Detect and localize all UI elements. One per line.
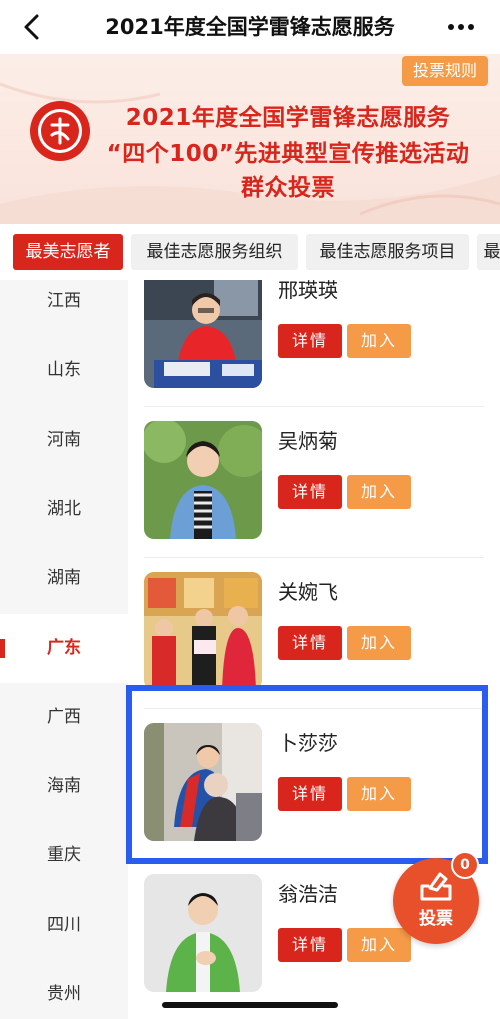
tab-best-volunteer[interactable]: 最美志愿者 (13, 234, 123, 270)
sidebar-item-chongqing[interactable]: 重庆 (0, 821, 128, 890)
volunteer-name: 邢瑛瑛 (278, 280, 338, 302)
detail-button[interactable]: 详情 (278, 626, 342, 660)
top-navbar: 2021年度全国学雷锋志愿服务 (0, 0, 500, 54)
sidebar-item-hunan[interactable]: 湖南 (0, 544, 128, 613)
vote-count-badge: 0 (451, 851, 479, 879)
volunteer-name: 翁浩洁 (278, 882, 338, 906)
sidebar-item-jiangxi[interactable]: 江西 (0, 267, 128, 336)
join-button[interactable]: 加入 (347, 626, 411, 660)
volunteer-photo[interactable] (144, 280, 262, 388)
vote-rules-button[interactable]: 投票规则 (402, 56, 488, 86)
volunteer-logo (30, 101, 90, 161)
banner-title-line3: 群众投票 (241, 175, 335, 201)
sidebar-item-hubei[interactable]: 湖北 (0, 475, 128, 544)
back-arrow-icon[interactable] (18, 12, 48, 42)
province-sidebar: 江西 山东 河南 湖北 湖南 广东 广西 海南 重庆 四川 贵州 (0, 280, 128, 1019)
detail-button[interactable]: 详情 (278, 324, 342, 358)
sidebar-item-henan[interactable]: 河南 (0, 406, 128, 475)
join-button[interactable]: 加入 (347, 475, 411, 509)
more-dots-icon[interactable] (446, 12, 476, 42)
detail-button[interactable]: 详情 (278, 928, 342, 962)
tab-more[interactable]: 最 (477, 234, 500, 270)
volunteer-photo[interactable] (144, 572, 262, 690)
volunteer-name: 吴炳菊 (278, 429, 338, 453)
volunteer-photo[interactable] (144, 874, 262, 992)
join-button[interactable]: 加入 (347, 928, 411, 962)
sidebar-item-guangxi[interactable]: 广西 (0, 683, 128, 752)
banner-title-line1: 2021年度全国学雷锋志愿服务 (125, 105, 451, 131)
sidebar-item-label: 广东 (47, 638, 81, 658)
event-banner: 投票规则 2021年度全国学雷锋志愿服务 “四个100”先进典型宣传推选活动 群… (0, 54, 500, 224)
vote-ballot-icon (420, 872, 452, 901)
list-item: 吴炳菊 详情 加入 (128, 407, 500, 558)
selection-highlight (126, 685, 488, 864)
sidebar-item-sichuan[interactable]: 四川 (0, 891, 128, 960)
join-button[interactable]: 加入 (347, 324, 411, 358)
sidebar-item-shandong[interactable]: 山东 (0, 336, 128, 405)
banner-title-line2: “四个100”先进典型宣传推选活动 (106, 141, 470, 167)
tab-best-organization[interactable]: 最佳志愿服务组织 (131, 234, 298, 270)
sidebar-item-guangdong[interactable]: 广东 (0, 614, 128, 683)
sidebar-item-guizhou[interactable]: 贵州 (0, 960, 128, 1019)
sidebar-item-hainan[interactable]: 海南 (0, 752, 128, 821)
volunteer-photo[interactable] (144, 421, 262, 539)
home-indicator[interactable] (162, 1002, 338, 1008)
detail-button[interactable]: 详情 (278, 475, 342, 509)
active-indicator (0, 639, 5, 658)
page-title: 2021年度全国学雷锋志愿服务 (105, 15, 395, 39)
vote-button-label: 投票 (419, 909, 453, 929)
tab-best-project[interactable]: 最佳志愿服务项目 (306, 234, 469, 270)
list-item: 邢瑛瑛 详情 加入 (128, 280, 500, 407)
volunteer-name: 关婉飞 (278, 580, 338, 604)
